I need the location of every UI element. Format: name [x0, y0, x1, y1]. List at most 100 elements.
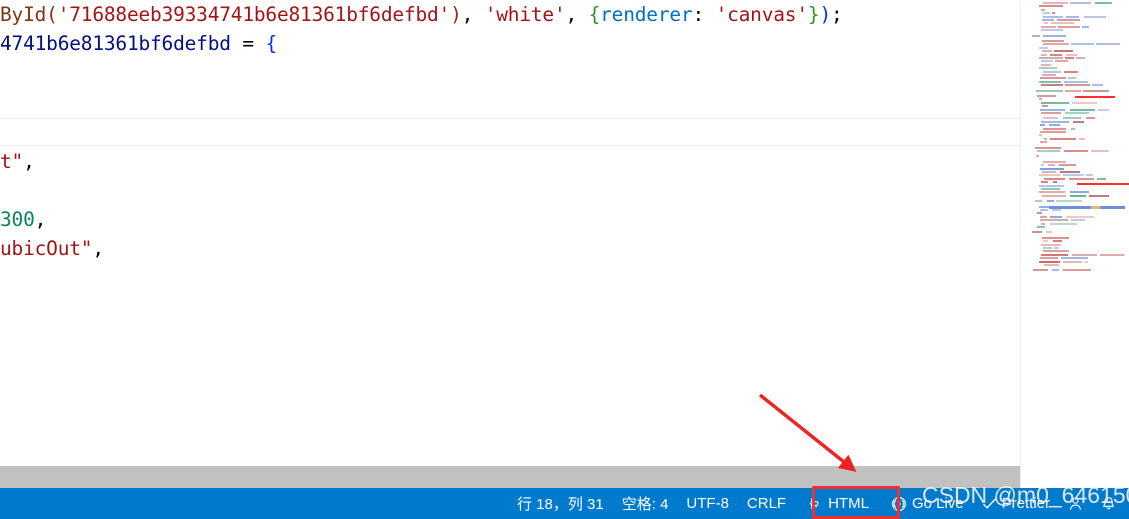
minimap-line	[1082, 25, 1089, 28]
minimap-line	[1032, 231, 1042, 234]
minimap-line	[1063, 174, 1084, 177]
minimap-line	[1056, 200, 1082, 203]
minimap-line	[1043, 160, 1066, 163]
minimap-line	[1042, 50, 1052, 53]
minimap-line	[1066, 15, 1079, 18]
minimap-line	[1039, 80, 1061, 83]
minimap[interactable]	[1029, 0, 1129, 272]
code-line[interactable]: t",	[0, 147, 35, 176]
code-token: ,	[565, 3, 589, 26]
code-line[interactable]: ubicOut",	[0, 234, 104, 263]
code-token: ,	[461, 3, 485, 26]
minimap-line	[1042, 194, 1066, 197]
minimap-line	[1070, 2, 1091, 4]
minimap-line	[1070, 108, 1095, 111]
minimap-line	[1097, 177, 1106, 180]
minimap-line	[1065, 84, 1090, 87]
status-bar-item-accounts[interactable]	[1059, 488, 1092, 519]
braces-icon	[808, 496, 823, 511]
code-token: ,	[23, 150, 35, 173]
code-token: renderer	[600, 3, 693, 26]
minimap-line	[1042, 40, 1064, 42]
minimap-line	[1040, 215, 1047, 218]
minimap-line	[1042, 74, 1056, 76]
minimap-line	[1083, 89, 1109, 92]
minimap-line	[1036, 155, 1039, 158]
minimap-line	[1040, 77, 1066, 80]
minimap-line	[1049, 124, 1060, 127]
minimap-line	[1054, 247, 1059, 249]
minimap-column[interactable]	[1020, 0, 1129, 488]
minimap-line	[1089, 194, 1109, 197]
status-bar-item-label: Go Live	[911, 495, 964, 512]
minimap-line	[1063, 269, 1091, 272]
minimap-line	[1055, 60, 1068, 63]
status-bar-item-prettier[interactable]: Prettier	[973, 488, 1059, 519]
code-token: =	[230, 32, 266, 55]
status-bar-item-indentation[interactable]: 空格: 4	[613, 488, 678, 519]
minimap-line	[1047, 200, 1054, 203]
minimap-line	[1052, 209, 1061, 211]
code-token: t"	[0, 150, 24, 173]
minimap-line	[1063, 260, 1082, 263]
minimap-line	[1039, 5, 1063, 8]
minimap-line	[1065, 112, 1089, 114]
minimap-line	[1072, 101, 1097, 104]
minimap-line	[1036, 89, 1063, 92]
minimap-line	[1039, 134, 1042, 137]
code-line[interactable]: ById('71688eeb39334741b6e81361bf6defbd')…	[0, 0, 843, 29]
minimap-line	[1092, 84, 1103, 87]
minimap-line	[1071, 127, 1075, 130]
minimap-line	[1086, 117, 1095, 120]
minimap-highlight-line	[1077, 183, 1129, 185]
fold-region-divider	[0, 145, 1020, 146]
minimap-line	[1041, 101, 1069, 104]
minimap-line	[1039, 98, 1042, 101]
code-line[interactable]: 300,	[0, 205, 46, 234]
code-token: ,	[92, 237, 104, 260]
status-bar-item-line-column[interactable]: 行 18，列 31	[508, 488, 613, 519]
minimap-highlight-line	[1075, 96, 1115, 98]
minimap-line	[1043, 247, 1052, 249]
code-token: 'canvas'	[715, 3, 809, 26]
minimap-line	[1064, 70, 1078, 73]
minimap-line	[1037, 150, 1060, 152]
minimap-line	[1091, 150, 1109, 152]
status-bar-item-notifications[interactable]	[1092, 488, 1125, 519]
code-editor[interactable]: ById('71688eeb39334741b6e81361bf6defbd')…	[0, 0, 1020, 466]
minimap-line	[1042, 171, 1056, 173]
status-bar-item-language-mode[interactable]: HTML	[795, 488, 882, 519]
minimap-line	[1054, 50, 1073, 53]
status-bar-item-go-live[interactable]: Go Live	[882, 488, 973, 519]
code-line[interactable]: 4741b6e81361bf6defbd = {	[0, 29, 277, 58]
minimap-line	[1039, 67, 1057, 70]
minimap-line	[1043, 15, 1063, 18]
minimap-line	[1039, 184, 1064, 187]
minimap-line	[1048, 164, 1055, 167]
minimap-line	[1040, 108, 1065, 111]
status-bar-item-label: 行 18，列 31	[517, 496, 604, 513]
minimap-line	[1041, 188, 1060, 190]
minimap-line	[1043, 70, 1061, 73]
horizontal-scrollbar[interactable]	[0, 466, 1020, 488]
code-token: 'white'	[484, 3, 566, 26]
minimap-line	[1050, 215, 1062, 218]
minimap-line	[1041, 222, 1045, 225]
minimap-line	[1039, 260, 1060, 263]
minimap-line	[1043, 250, 1069, 253]
status-bar-item-encoding[interactable]: UTF-8	[677, 488, 738, 519]
fold-region-divider	[0, 118, 1020, 119]
minimap-line	[1040, 124, 1045, 127]
minimap-line	[1095, 2, 1112, 4]
minimap-line	[1071, 219, 1085, 222]
minimap-line	[1037, 212, 1042, 215]
minimap-line	[1052, 12, 1055, 15]
minimap-line	[1039, 174, 1060, 177]
code-token: ubicOut"	[0, 237, 93, 260]
status-bar-item-eol[interactable]: CRLF	[738, 488, 795, 519]
minimap-line	[1060, 171, 1080, 173]
code-token: 300	[0, 208, 35, 231]
broadcast-icon	[891, 496, 907, 512]
minimap-line	[1040, 257, 1058, 260]
code-token: {	[588, 3, 601, 26]
